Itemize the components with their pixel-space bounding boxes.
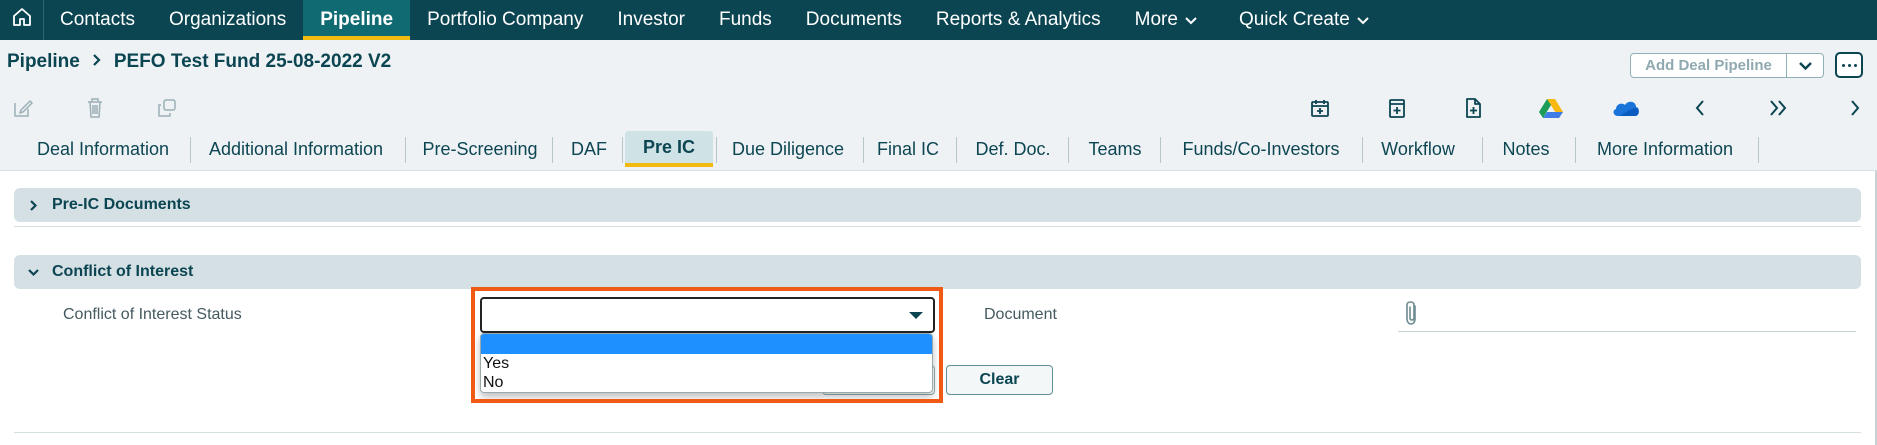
top-navigation: Contacts Organizations Pipeline Portfoli… bbox=[0, 0, 1877, 40]
section-divider bbox=[14, 432, 1861, 433]
add-deal-dropdown-toggle[interactable] bbox=[1787, 54, 1823, 77]
nav-more[interactable]: More bbox=[1118, 0, 1214, 40]
tab-final-ic[interactable]: Final IC bbox=[870, 131, 946, 167]
add-deal-pipeline-label[interactable]: Add Deal Pipeline bbox=[1631, 54, 1787, 77]
tab-def-doc[interactable]: Def. Doc. bbox=[963, 131, 1063, 167]
chevron-right-icon[interactable] bbox=[1844, 97, 1866, 119]
nav-organizations[interactable]: Organizations bbox=[152, 0, 303, 40]
double-chevron-right-icon[interactable] bbox=[1767, 97, 1789, 119]
conflict-status-label: Conflict of Interest Status bbox=[63, 306, 242, 323]
nav-label: Funds bbox=[718, 9, 772, 30]
copy-icon[interactable] bbox=[156, 97, 178, 119]
tab-divider bbox=[622, 137, 623, 163]
tab-notes[interactable]: Notes bbox=[1489, 131, 1563, 167]
nav-pipeline[interactable]: Pipeline bbox=[303, 0, 411, 40]
chevron-down-icon bbox=[1185, 9, 1197, 31]
tab-teams[interactable]: Teams bbox=[1075, 131, 1155, 167]
page-title: PEFO Test Fund 25-08-2022 V2 bbox=[113, 51, 392, 72]
dot bbox=[1841, 63, 1845, 67]
tab-funds-co-investors[interactable]: Funds/Co-Investors bbox=[1167, 131, 1355, 167]
nav-documents[interactable]: Documents bbox=[789, 0, 919, 40]
tab-divider bbox=[1068, 137, 1069, 163]
tab-pre-screening[interactable]: Pre-Screening bbox=[412, 131, 548, 167]
dot bbox=[1847, 63, 1851, 67]
nav-reports-analytics[interactable]: Reports & Analytics bbox=[919, 0, 1118, 40]
chevron-down-icon bbox=[1798, 57, 1812, 75]
tab-divider bbox=[1575, 137, 1576, 163]
nav-label: Investor bbox=[617, 9, 685, 30]
tab-divider bbox=[716, 137, 717, 163]
focus-highlight bbox=[471, 287, 943, 403]
pre-ic-documents-header[interactable]: Pre-IC Documents bbox=[14, 188, 1861, 222]
add-note-icon[interactable] bbox=[1386, 97, 1408, 119]
app-window: Contacts Organizations Pipeline Portfoli… bbox=[0, 0, 1877, 445]
more-options-button[interactable] bbox=[1835, 52, 1863, 78]
nav-label: Reports & Analytics bbox=[935, 9, 1101, 30]
nav-label: Quick Create bbox=[1238, 9, 1350, 30]
chevron-down-icon bbox=[14, 268, 52, 277]
nav-label: Pipeline bbox=[320, 9, 394, 30]
home-icon bbox=[11, 6, 33, 34]
calendar-icon[interactable] bbox=[1309, 97, 1331, 119]
breadcrumb-root-link[interactable]: Pipeline bbox=[7, 51, 80, 73]
nav-label: Organizations bbox=[168, 9, 287, 30]
tab-divider bbox=[1482, 137, 1483, 163]
attachment-icon[interactable] bbox=[1404, 300, 1420, 331]
tab-pre-ic[interactable]: Pre IC bbox=[625, 131, 713, 167]
section-title: Conflict of Interest bbox=[52, 263, 194, 280]
add-document-icon[interactable] bbox=[1462, 97, 1484, 119]
chevron-right-icon bbox=[92, 51, 102, 73]
tab-divider bbox=[1362, 137, 1363, 163]
tab-divider bbox=[405, 137, 406, 163]
tab-bar: Deal Information Additional Information … bbox=[0, 125, 1877, 171]
onedrive-icon[interactable] bbox=[1612, 97, 1640, 119]
tab-workflow[interactable]: Workflow bbox=[1369, 131, 1467, 167]
dot bbox=[1853, 63, 1857, 67]
tab-daf[interactable]: DAF bbox=[559, 131, 619, 167]
tab-divider bbox=[1160, 137, 1161, 163]
home-button[interactable] bbox=[0, 0, 44, 40]
tab-divider bbox=[956, 137, 957, 163]
section-divider bbox=[14, 226, 1861, 227]
nav-investor[interactable]: Investor bbox=[600, 0, 702, 40]
clear-button[interactable]: Clear bbox=[946, 365, 1053, 395]
nav-contacts[interactable]: Contacts bbox=[44, 0, 152, 40]
nav-portfolio-company[interactable]: Portfolio Company bbox=[410, 0, 600, 40]
tab-divider bbox=[552, 137, 553, 163]
section-title: Pre-IC Documents bbox=[52, 196, 191, 213]
nav-label: Documents bbox=[805, 9, 902, 30]
nav-label: Contacts bbox=[60, 9, 135, 30]
record-toolbar bbox=[0, 89, 1877, 125]
google-drive-icon[interactable] bbox=[1538, 97, 1564, 119]
delete-icon[interactable] bbox=[84, 97, 106, 119]
breadcrumb: Pipeline PEFO Test Fund 25-08-2022 V2 bbox=[7, 51, 391, 73]
tab-divider bbox=[1758, 137, 1759, 163]
nav-funds[interactable]: Funds bbox=[702, 0, 789, 40]
document-field-underline bbox=[1398, 331, 1856, 332]
nav-label: More bbox=[1134, 9, 1178, 30]
chevron-down-icon bbox=[1357, 9, 1369, 31]
tab-divider bbox=[863, 137, 864, 163]
add-deal-pipeline-button[interactable]: Add Deal Pipeline bbox=[1630, 53, 1824, 78]
tab-divider bbox=[190, 137, 191, 163]
tab-deal-information[interactable]: Deal Information bbox=[22, 131, 184, 167]
chevron-left-icon[interactable] bbox=[1689, 97, 1711, 119]
nav-quick-create[interactable]: Quick Create bbox=[1214, 0, 1386, 40]
breadcrumb-bar: Pipeline PEFO Test Fund 25-08-2022 V2 bbox=[0, 40, 1877, 89]
tab-due-diligence[interactable]: Due Diligence bbox=[723, 131, 853, 167]
document-label: Document bbox=[984, 306, 1057, 323]
conflict-of-interest-header[interactable]: Conflict of Interest bbox=[14, 255, 1861, 289]
tab-additional-information[interactable]: Additional Information bbox=[198, 131, 394, 167]
edit-icon[interactable] bbox=[12, 97, 34, 119]
tab-more-information[interactable]: More Information bbox=[1582, 131, 1748, 167]
nav-label: Portfolio Company bbox=[427, 9, 584, 30]
chevron-right-icon bbox=[14, 199, 52, 212]
